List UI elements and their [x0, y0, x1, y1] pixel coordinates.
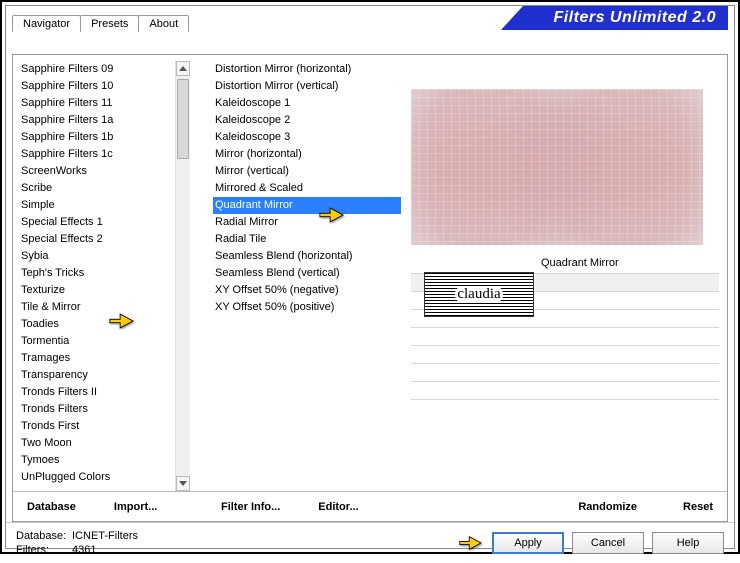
list-item[interactable]: Sapphire Filters 1c [19, 146, 190, 163]
scroll-down-button[interactable] [176, 476, 190, 491]
list-item[interactable]: Radial Mirror [213, 214, 401, 231]
import-button[interactable]: Import... [110, 501, 161, 513]
status-filter-count: 4361 [72, 544, 96, 556]
list-item[interactable]: Special Effects 1 [19, 214, 190, 231]
category-listbox[interactable]: Sapphire Filters 09Sapphire Filters 10Sa… [19, 61, 205, 491]
list-item[interactable]: Texturize [19, 282, 190, 299]
reset-button[interactable]: Reset [679, 501, 717, 513]
list-item[interactable]: Toadies [19, 316, 190, 333]
scroll-thumb[interactable] [177, 79, 189, 159]
list-item[interactable]: XY Offset 50% (negative) [213, 282, 401, 299]
list-item[interactable]: Sapphire Filters 1b [19, 129, 190, 146]
category-scrollbar[interactable] [175, 61, 190, 491]
list-item[interactable]: Mirror (horizontal) [213, 146, 401, 163]
list-item[interactable]: Sapphire Filters 10 [19, 78, 190, 95]
tab-navigator[interactable]: Navigator [12, 15, 81, 32]
panel-toolbar: Database Import... Filter Info... Editor… [13, 491, 727, 521]
editor-button[interactable]: Editor... [314, 501, 362, 513]
list-item[interactable]: Sapphire Filters 11 [19, 95, 190, 112]
list-item[interactable]: Kaleidoscope 2 [213, 112, 401, 129]
list-item[interactable]: Distortion Mirror (vertical) [213, 78, 401, 95]
scroll-up-button[interactable] [176, 61, 190, 76]
list-item[interactable]: Distortion Mirror (horizontal) [213, 61, 401, 78]
list-item[interactable]: ScreenWorks [19, 163, 190, 180]
list-item[interactable]: Radial Tile [213, 231, 401, 248]
preview-filter-name: Quadrant Mirror [541, 257, 719, 269]
list-item[interactable]: Tormentia [19, 333, 190, 350]
tab-presets[interactable]: Presets [80, 15, 139, 32]
help-button[interactable]: Help [652, 532, 724, 554]
list-item[interactable]: Sapphire Filters 1a [19, 112, 190, 129]
status-db-value: ICNET-Filters [72, 530, 138, 542]
list-item[interactable]: Teph's Tricks [19, 265, 190, 282]
list-item[interactable]: Tymoes [19, 452, 190, 469]
list-item[interactable]: Special Effects 2 [19, 231, 190, 248]
list-item[interactable]: Two Moon [19, 435, 190, 452]
list-item[interactable]: Sybia [19, 248, 190, 265]
list-item[interactable]: Tramages [19, 350, 190, 367]
list-item[interactable]: Tile & Mirror [19, 299, 190, 316]
list-item[interactable]: Seamless Blend (vertical) [213, 265, 401, 282]
window-title: Filters Unlimited 2.0 [523, 6, 728, 30]
list-item[interactable]: Scribe [19, 180, 190, 197]
filter-info-button[interactable]: Filter Info... [217, 501, 284, 513]
pointer-annotation-icon [456, 532, 484, 554]
list-item[interactable]: Tronds Filters [19, 401, 190, 418]
list-item[interactable]: Mirrored & Scaled [213, 180, 401, 197]
list-item[interactable]: XY Offset 50% (positive) [213, 299, 401, 316]
database-button[interactable]: Database [23, 501, 80, 513]
status-info: Database:ICNET-Filters Filters:4361 [16, 529, 138, 557]
list-item[interactable]: Transparency [19, 367, 190, 384]
list-item[interactable]: Kaleidoscope 3 [213, 129, 401, 146]
filter-preview-image [411, 89, 703, 245]
list-item[interactable]: Simple [19, 197, 190, 214]
list-item[interactable]: Sapphire Filters 09 [19, 61, 190, 78]
list-item[interactable]: Mirror (vertical) [213, 163, 401, 180]
randomize-button[interactable]: Randomize [574, 501, 641, 513]
list-item[interactable]: Kaleidoscope 1 [213, 95, 401, 112]
list-item[interactable]: UnPlugged Colors [19, 469, 190, 486]
list-item[interactable]: Seamless Blend (horizontal) [213, 248, 401, 265]
tab-about[interactable]: About [138, 15, 189, 32]
cancel-button[interactable]: Cancel [572, 532, 644, 554]
list-item[interactable]: Tronds First [19, 418, 190, 435]
list-item[interactable]: Quadrant Mirror [213, 197, 401, 214]
apply-button[interactable]: Apply [492, 532, 564, 554]
watermark-stamp: claudia [424, 272, 534, 317]
list-item[interactable]: Tronds Filters II [19, 384, 190, 401]
filter-listbox[interactable]: Distortion Mirror (horizontal)Distortion… [213, 61, 401, 491]
